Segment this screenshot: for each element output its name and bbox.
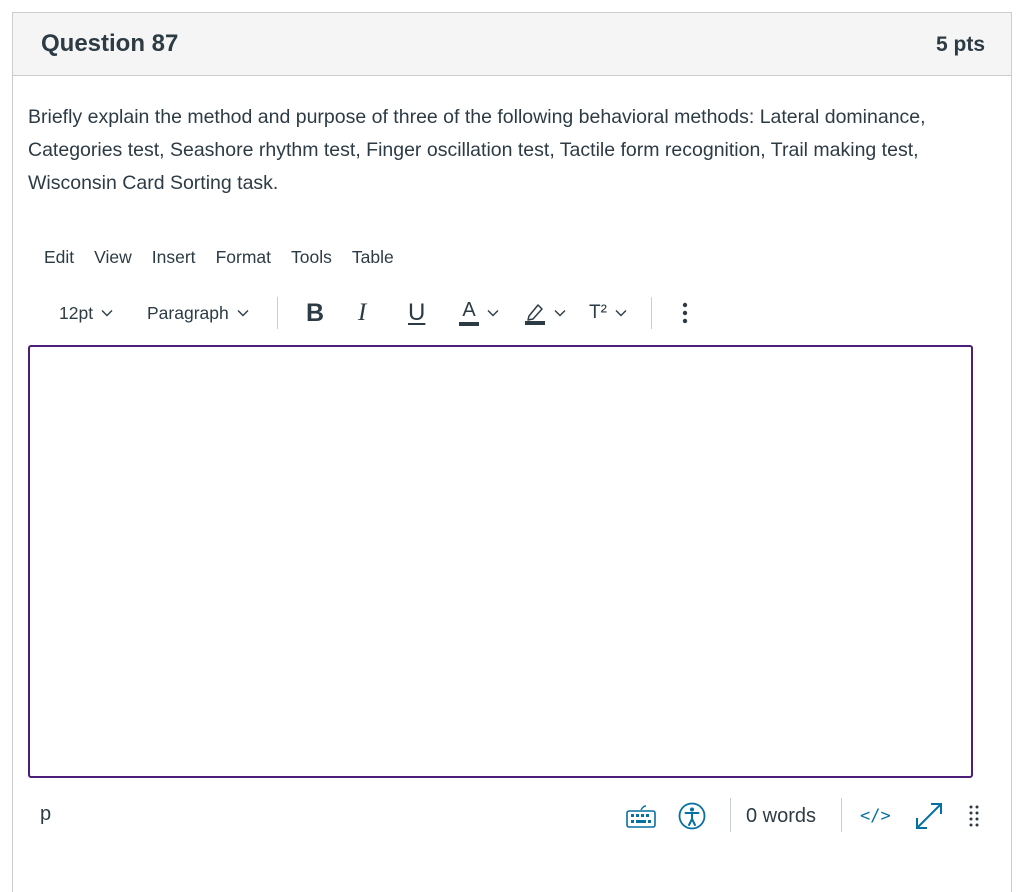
question-header: Question 87 5 pts xyxy=(13,13,1011,76)
question-title: Question 87 xyxy=(41,30,179,57)
resize-handle[interactable] xyxy=(969,796,979,836)
chevron-down-icon xyxy=(237,310,249,317)
element-path[interactable]: p xyxy=(40,803,51,826)
rich-text-editor-area[interactable] xyxy=(28,345,973,778)
chevron-down-icon xyxy=(554,310,566,317)
chevron-down-icon xyxy=(487,310,499,317)
menu-table[interactable]: Table xyxy=(342,247,404,268)
text-color-icon: A xyxy=(459,300,479,326)
keyboard-shortcuts-button[interactable] xyxy=(626,796,656,836)
more-options-button[interactable] xyxy=(681,297,689,329)
accessibility-icon xyxy=(678,802,706,830)
chevron-down-icon xyxy=(101,310,113,317)
bold-icon: B xyxy=(306,298,325,327)
expand-icon xyxy=(916,803,942,829)
block-format-dropdown[interactable]: Paragraph xyxy=(147,297,249,329)
keyboard-icon xyxy=(626,805,656,828)
accessibility-checker-button[interactable] xyxy=(678,796,706,836)
html-editor-toggle[interactable]: </> xyxy=(860,796,891,836)
block-format-value: Paragraph xyxy=(147,302,229,323)
text-color-swatch xyxy=(459,322,479,326)
underline-icon: U xyxy=(408,299,426,326)
font-size-value: 12pt xyxy=(59,302,94,323)
editor-statusbar: p 0 words </> xyxy=(28,796,979,836)
chevron-down-icon xyxy=(615,310,627,317)
text-color-button[interactable]: A xyxy=(459,297,499,329)
menu-view[interactable]: View xyxy=(84,247,142,268)
menu-insert[interactable]: Insert xyxy=(142,247,206,268)
statusbar-divider xyxy=(730,798,731,832)
question-points: 5 pts xyxy=(935,33,985,56)
menu-edit[interactable]: Edit xyxy=(34,247,84,268)
editor-toolbar: 12pt Paragraph B I U A T² xyxy=(36,297,736,329)
highlight-color-button[interactable] xyxy=(524,297,566,329)
statusbar-divider xyxy=(841,798,842,832)
toolbar-divider xyxy=(651,297,652,329)
font-size-dropdown[interactable]: 12pt xyxy=(59,297,113,329)
editor-menubar: Edit View Insert Format Tools Table xyxy=(34,247,404,268)
superscript-button[interactable]: T² xyxy=(589,297,627,329)
fullscreen-button[interactable] xyxy=(914,796,944,836)
code-icon: </> xyxy=(860,806,891,826)
menu-format[interactable]: Format xyxy=(206,247,281,268)
bold-button[interactable]: B xyxy=(306,297,324,329)
menu-tools[interactable]: Tools xyxy=(281,247,342,268)
highlight-pen-icon xyxy=(525,304,545,325)
drag-handle-icon xyxy=(969,805,979,827)
question-text: Briefly explain the method and purpose o… xyxy=(28,106,926,194)
underline-button[interactable]: U xyxy=(408,297,425,329)
italic-button[interactable]: I xyxy=(358,297,366,329)
superscript-icon: T² xyxy=(589,302,607,323)
toolbar-divider xyxy=(277,297,278,329)
word-count-label: 0 words xyxy=(746,804,817,827)
italic-icon: I xyxy=(358,299,367,326)
word-count[interactable]: 0 words xyxy=(746,796,816,836)
more-vertical-icon xyxy=(682,302,688,324)
